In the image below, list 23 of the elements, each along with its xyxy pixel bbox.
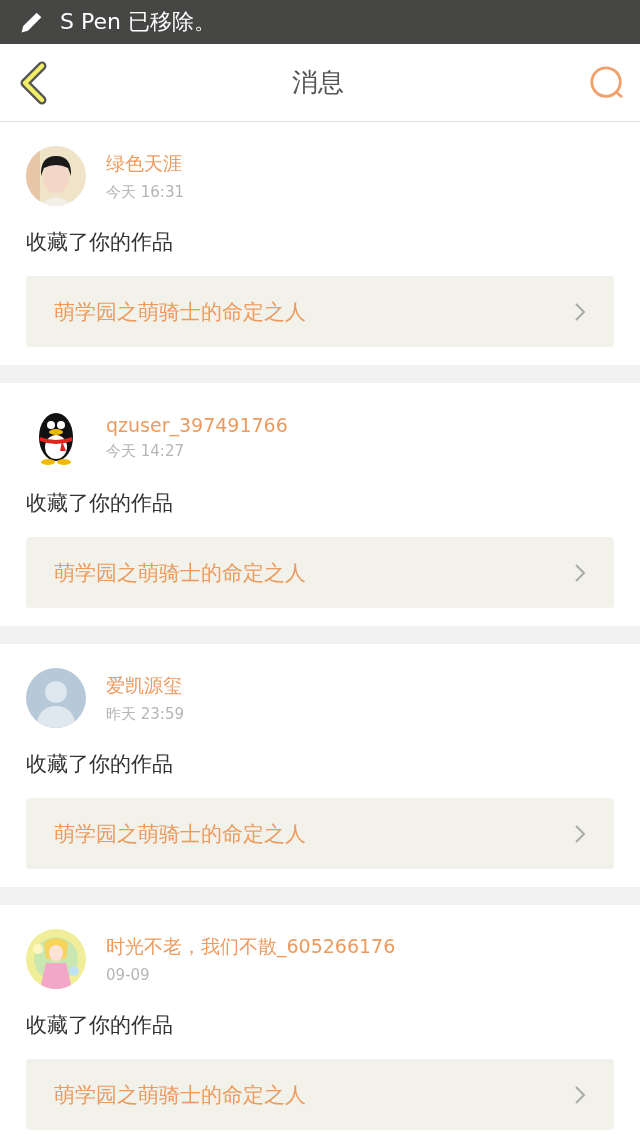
timestamp: 今天 14:27 [106, 441, 185, 461]
work-link[interactable]: 萌学园之萌骑士的命定之人 [26, 798, 614, 869]
timestamp: 今天 16:31 [106, 182, 184, 202]
action-text: 收藏了你的作品 [26, 1012, 174, 1039]
timestamp: 昨天 23:59 [106, 704, 184, 724]
work-link[interactable]: 萌学园之萌骑士的命定之人 [26, 537, 614, 608]
action-text: 收藏了你的作品 [26, 229, 174, 256]
chevron-right-icon [574, 301, 586, 322]
work-link[interactable]: 萌学园之萌骑士的命定之人 [26, 1059, 614, 1130]
notification-text: S Pen 已移除。 [60, 8, 216, 36]
user-name[interactable]: qzuser_397491766 [106, 413, 288, 436]
back-button[interactable] [18, 60, 48, 105]
action-text: 收藏了你的作品 [26, 751, 174, 778]
user-name[interactable]: 绿色天涯 [106, 150, 184, 177]
page-title: 消息 [292, 66, 344, 99]
action-text: 收藏了你的作品 [26, 490, 174, 517]
user-name[interactable]: 时光不老，我们不散_605266176 [106, 934, 396, 960]
chevron-right-icon [574, 1084, 586, 1105]
chevron-right-icon [574, 823, 586, 844]
chevron-right-icon [574, 562, 586, 583]
work-link[interactable]: 萌学园之萌骑士的命定之人 [26, 276, 614, 347]
timestamp: 09-09 [106, 966, 151, 984]
user-name[interactable]: 爱凯源玺 [106, 672, 184, 699]
